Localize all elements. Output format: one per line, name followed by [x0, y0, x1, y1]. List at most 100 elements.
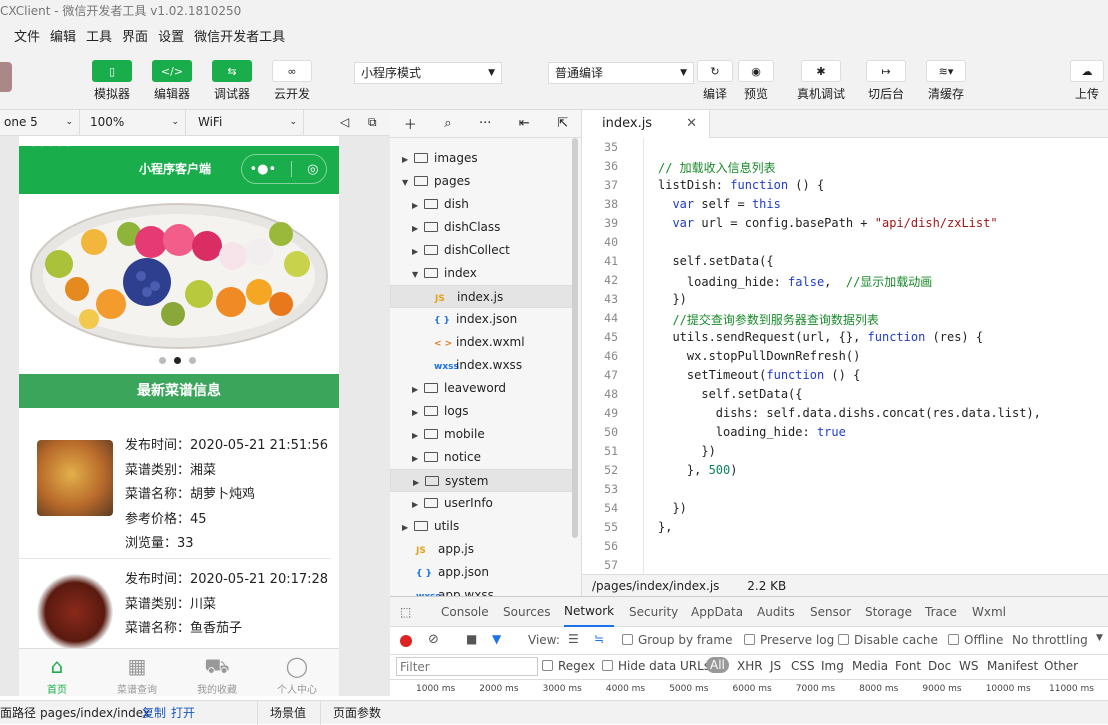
compile-button[interactable]: ↻ 编译 — [697, 60, 733, 102]
inspect-icon[interactable]: ⬚ — [400, 597, 411, 627]
folder-item[interactable]: ▶ utils — [390, 515, 574, 538]
folder-item[interactable]: ▼ index — [390, 262, 574, 285]
simulator-button[interactable]: ▯ 模拟器 — [92, 60, 132, 102]
zoom-select[interactable]: 100% ⌄ — [82, 110, 186, 135]
real-debug-button[interactable]: ✱ 真机调试 — [797, 60, 845, 102]
menu-tools[interactable]: 工具 — [86, 26, 112, 45]
type-manifest[interactable]: Manifest — [987, 659, 1038, 673]
type-other[interactable]: Other — [1044, 659, 1078, 673]
clear-cache-button[interactable]: ≋▾ 清缓存 — [926, 60, 966, 102]
type-js[interactable]: JS — [770, 659, 781, 673]
type-doc[interactable]: Doc — [928, 659, 951, 673]
folder-item[interactable]: ▶ mobile — [390, 423, 574, 446]
folder-item[interactable]: ▶ dish — [390, 193, 574, 216]
add-icon[interactable]: ＋ — [404, 114, 417, 133]
collapse-icon[interactable]: ⇱ — [557, 116, 568, 131]
chevron-right-icon[interactable]: ▶ — [402, 516, 412, 539]
folder-item[interactable]: ▶ notice — [390, 446, 574, 469]
banner-image[interactable] — [19, 194, 339, 370]
chevron-down-icon[interactable]: ▼ — [412, 263, 422, 286]
record-icon[interactable] — [400, 635, 412, 647]
chevron-right-icon[interactable]: ▶ — [412, 401, 422, 424]
preserve-log-checkbox[interactable]: Preserve log — [744, 633, 834, 647]
tab-sensor[interactable]: Sensor — [810, 597, 851, 627]
chevron-right-icon[interactable]: ▶ — [412, 424, 422, 447]
offline-checkbox[interactable]: Offline — [948, 633, 1003, 647]
menu-edit[interactable]: 编辑 — [50, 26, 76, 45]
scrollbar[interactable] — [572, 138, 578, 538]
chevron-right-icon[interactable]: ▶ — [412, 194, 422, 217]
file-item[interactable]: JS index.js — [390, 285, 574, 308]
file-item[interactable]: { } index.json — [390, 308, 574, 331]
menu-wechat-devtools[interactable]: 微信开发者工具 — [194, 26, 285, 45]
tab-profile[interactable]: ◯ 个人中心 — [265, 653, 329, 696]
clear-icon[interactable]: ⊘ — [428, 632, 439, 647]
chevron-right-icon[interactable]: ▶ — [412, 493, 422, 516]
capsule-button[interactable]: •●• ◎ — [241, 154, 327, 184]
file-item[interactable]: JS app.js — [390, 538, 574, 561]
cloud-button[interactable]: ∞ 云开发 — [272, 60, 312, 102]
tab-storage[interactable]: Storage — [865, 597, 912, 627]
close-circle-icon[interactable]: ◎ — [307, 162, 318, 177]
tab-favorites[interactable]: ⛟ 我的收藏 — [185, 653, 249, 696]
type-font[interactable]: Font — [895, 659, 921, 673]
caret-down-icon[interactable]: ▼ — [1096, 633, 1103, 643]
preview-button[interactable]: ◉ 预览 — [738, 60, 774, 102]
tab-audits[interactable]: Audits — [757, 597, 795, 627]
carousel-dot[interactable] — [189, 357, 196, 364]
type-ws[interactable]: WS — [959, 659, 978, 673]
tab-trace[interactable]: Trace — [925, 597, 957, 627]
folder-item[interactable]: ▼ pages — [390, 170, 574, 193]
chevron-right-icon[interactable]: ▶ — [412, 240, 422, 263]
open-link[interactable]: 打开 — [171, 701, 195, 725]
editor-button[interactable]: </> 编辑器 — [152, 60, 192, 102]
tab-security[interactable]: Security — [629, 597, 678, 627]
waterfall-icon[interactable]: ≒ — [594, 632, 604, 646]
file-item[interactable]: wxssindex.wxss — [390, 354, 574, 377]
menu-view[interactable]: 界面 — [122, 26, 148, 45]
hide-data-urls-checkbox[interactable]: Hide data URLs — [602, 659, 710, 673]
chevron-right-icon[interactable]: ▶ — [412, 217, 422, 240]
chevron-right-icon[interactable]: ▶ — [402, 148, 412, 171]
tab-appdata[interactable]: AppData — [691, 597, 743, 627]
type-media[interactable]: Media — [852, 659, 888, 673]
tab-console[interactable]: Console — [441, 597, 489, 627]
popout-icon[interactable]: ⧉ — [364, 110, 388, 135]
background-button[interactable]: ↦ 切后台 — [866, 60, 906, 102]
type-img[interactable]: Img — [821, 659, 844, 673]
filter-icon[interactable]: ▼ — [492, 632, 501, 646]
chevron-right-icon[interactable]: ▶ — [412, 447, 422, 470]
tab-search[interactable]: ▦ 菜谱查询 — [105, 653, 169, 696]
more-icon[interactable]: •●• — [249, 162, 276, 177]
type-all[interactable]: All — [706, 657, 729, 673]
folder-item[interactable]: ▶ userInfo — [390, 492, 574, 515]
camera-icon[interactable]: ■ — [466, 632, 477, 646]
network-select[interactable]: WiFi ⌄ — [188, 110, 304, 135]
disable-cache-checkbox[interactable]: Disable cache — [838, 633, 938, 647]
throttling-select[interactable]: No throttling — [1012, 633, 1088, 647]
search-icon[interactable]: ⌕ — [444, 116, 451, 131]
folder-item[interactable]: ▶ images — [390, 147, 574, 170]
file-item[interactable]: < > index.wxml — [390, 331, 574, 354]
tab-sources[interactable]: Sources — [503, 597, 550, 627]
tab-home[interactable]: ⌂ 首页 — [25, 653, 89, 696]
folder-item[interactable]: ▶ dishClass — [390, 216, 574, 239]
tab-network[interactable]: Network — [564, 597, 615, 627]
type-xhr[interactable]: XHR — [737, 659, 763, 673]
tab-index-js[interactable]: index.js ✕ — [582, 110, 710, 138]
dish-card[interactable]: 发布时间：2020-05-21 21:51:56 菜谱类别：湘菜 菜谱名称：胡萝… — [19, 422, 339, 572]
avatar[interactable] — [0, 62, 12, 92]
chevron-down-icon[interactable]: ▼ — [402, 171, 412, 194]
folder-item[interactable]: ▶ system — [390, 469, 574, 492]
mode-select[interactable]: 小程序模式 ▼ — [354, 62, 502, 84]
page-params-button[interactable]: 页面参数 — [320, 701, 381, 725]
device-select[interactable]: one 5 ⌄ — [0, 110, 80, 135]
tab-wxml[interactable]: Wxml — [972, 597, 1006, 627]
carousel-dot[interactable] — [159, 357, 166, 364]
upload-button[interactable]: ☁ 上传 — [1070, 60, 1104, 102]
close-icon[interactable]: ✕ — [686, 110, 697, 138]
folder-item[interactable]: ▶ leaveword — [390, 377, 574, 400]
group-by-frame-checkbox[interactable]: Group by frame — [622, 633, 732, 647]
sort-icon[interactable]: ⇤ — [519, 116, 530, 131]
copy-link[interactable]: 复制 — [142, 701, 166, 725]
